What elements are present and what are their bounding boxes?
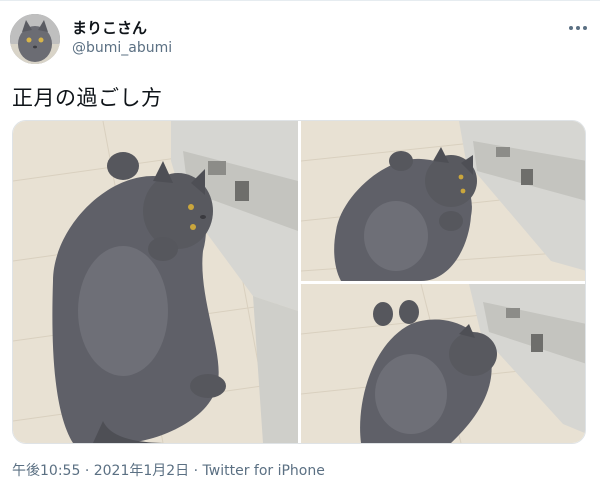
tweet-date[interactable]: 2021年1月2日 xyxy=(94,463,189,479)
photo-1[interactable] xyxy=(13,121,298,443)
more-dot xyxy=(582,26,587,30)
meta-separator: · xyxy=(84,463,90,479)
display-name[interactable]: まりこさん xyxy=(72,18,172,38)
photo-2[interactable] xyxy=(301,121,585,281)
meta-separator: · xyxy=(193,463,199,479)
cat-avatar-icon xyxy=(10,14,60,64)
tweet-time[interactable]: 午後10:55 xyxy=(12,463,80,479)
more-options-button[interactable] xyxy=(566,18,590,38)
tweet-metadata: 午後10:55 · 2021年1月2日 · Twitter for iPhone xyxy=(12,462,325,480)
tweet-source[interactable]: Twitter for iPhone xyxy=(203,463,325,479)
cat-photo-image xyxy=(13,121,298,443)
cat-photo-image xyxy=(301,284,585,443)
top-divider xyxy=(0,0,600,1)
more-dot xyxy=(576,26,580,30)
tweet-text: 正月の過ごし方 xyxy=(12,86,163,110)
tweet-header: まりこさん @bumi_abumi xyxy=(10,14,590,66)
photo-3[interactable] xyxy=(301,284,585,443)
cat-photo-image xyxy=(301,121,585,281)
more-dot xyxy=(569,26,574,30)
user-handle[interactable]: @bumi_abumi xyxy=(72,38,172,58)
user-avatar[interactable] xyxy=(10,14,60,64)
media-grid xyxy=(12,120,586,444)
